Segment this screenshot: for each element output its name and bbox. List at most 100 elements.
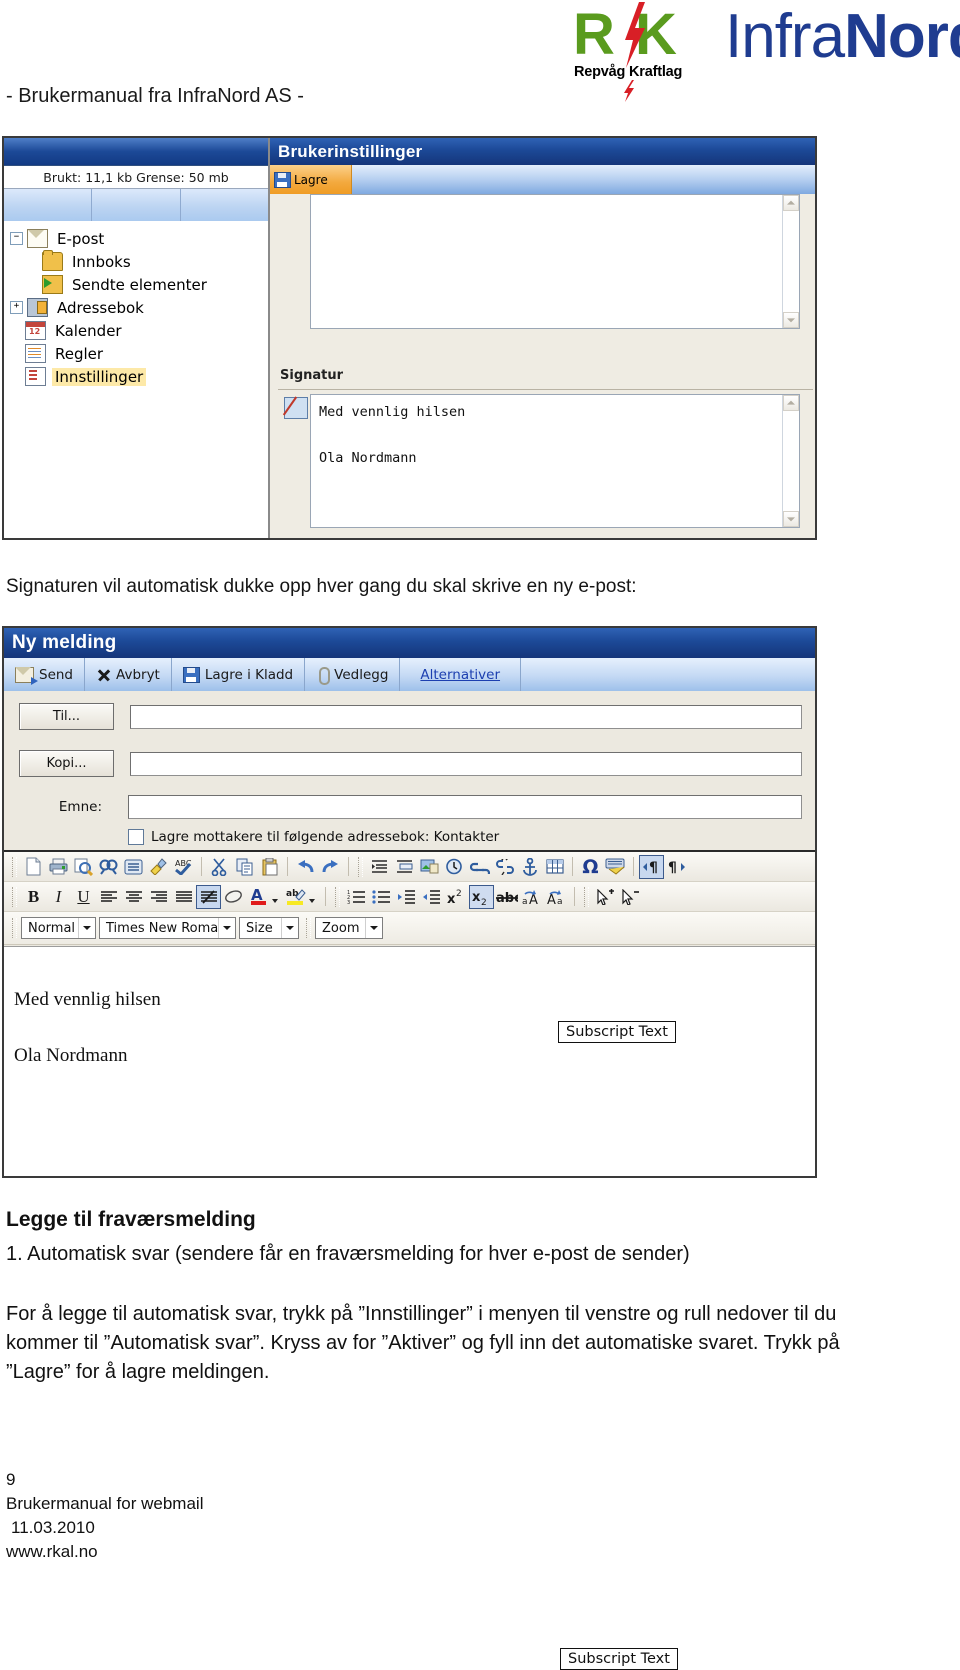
undo-icon[interactable] [293, 855, 318, 879]
save-draft-button[interactable]: Lagre i Kladd [172, 658, 306, 691]
clean-brush-icon[interactable] [146, 855, 171, 879]
indent-increase-icon[interactable] [394, 885, 419, 909]
zoom-dropdown[interactable]: Zoom [315, 917, 383, 939]
insert-link-icon[interactable] [467, 855, 492, 879]
editor-body[interactable]: Med vennlig hilsen Ola Nordmann [4, 946, 815, 1176]
chevron-down-icon[interactable] [365, 918, 382, 938]
rtl-direction-icon[interactable]: ¶ [664, 855, 689, 879]
cut-icon[interactable] [207, 855, 232, 879]
tree-item-kalender[interactable]: Kalender [10, 319, 268, 342]
remove-link-icon[interactable] [492, 855, 517, 879]
bold-icon[interactable]: B [21, 885, 46, 909]
tree-item-innstillinger[interactable]: Innstillinger [10, 365, 268, 388]
tree-item-innboks[interactable]: Innboks [10, 250, 268, 273]
tree-line-spacer [27, 279, 38, 290]
highlight-color-icon[interactable]: ab [283, 885, 315, 909]
insert-page-break-icon[interactable] [392, 855, 417, 879]
insert-table-icon[interactable] [542, 855, 567, 879]
tree-item-adressebok[interactable]: + Adressebok [10, 296, 268, 319]
toolbar-grip[interactable] [306, 918, 311, 938]
indent-paragraph-icon[interactable] [367, 855, 392, 879]
upper-textarea-scrollbar[interactable] [782, 195, 799, 328]
italic-icon[interactable]: I [46, 885, 71, 909]
tree-line-spacer [10, 371, 21, 382]
cc-input[interactable] [130, 751, 802, 776]
lowercase-icon[interactable]: Aa [544, 885, 569, 909]
toolbar-grip[interactable] [584, 886, 589, 907]
attachment-button[interactable]: Vedlegg [305, 658, 401, 691]
eraser-icon[interactable] [221, 885, 246, 909]
merge-icon[interactable] [121, 855, 146, 879]
justify-icon[interactable] [171, 885, 196, 909]
strikethrough-icon[interactable]: abc [494, 885, 519, 909]
save-button[interactable]: Lagre [270, 165, 352, 194]
sidebar-toolbar-cell-3[interactable] [181, 189, 268, 222]
insert-time-icon[interactable] [442, 855, 467, 879]
redo-icon[interactable] [318, 855, 343, 879]
subscript-icon[interactable]: x2 [469, 884, 494, 909]
subject-input[interactable] [128, 795, 802, 819]
special-character-icon[interactable]: Ω [578, 855, 603, 879]
to-input[interactable] [130, 704, 802, 729]
folder-tree: − E-post Innboks Sendte elementer + Adre… [4, 221, 268, 538]
anchor-icon[interactable] [517, 855, 542, 879]
cancel-button[interactable]: Avbryt [85, 658, 172, 691]
remove-format-icon[interactable] [196, 884, 221, 909]
toolbar-grip[interactable] [12, 886, 17, 907]
copy-icon[interactable] [232, 855, 257, 879]
indent-decrease-icon[interactable] [419, 885, 444, 909]
chevron-down-icon[interactable] [218, 918, 235, 938]
expander-minus-icon[interactable]: − [10, 232, 23, 245]
sidebar-toolbar-cell-2[interactable] [92, 189, 181, 222]
tree-item-sendte-elementer[interactable]: Sendte elementer [10, 273, 268, 296]
keyboard-icon[interactable] [603, 855, 628, 879]
toolbar-grip[interactable] [12, 856, 17, 877]
superscript-icon[interactable]: x2 [444, 885, 469, 909]
align-left-icon[interactable] [96, 885, 121, 909]
toolbar-grip[interactable] [12, 918, 17, 938]
select-add-icon[interactable] [593, 885, 618, 909]
bullet-list-icon[interactable] [369, 885, 394, 909]
chevron-down-icon[interactable] [78, 918, 95, 938]
document-page: R K Repvåg Kraftlag InfraNord - Brukerma… [0, 0, 960, 1670]
size-dropdown[interactable]: Size [239, 917, 299, 939]
print-icon[interactable] [46, 855, 71, 879]
align-right-icon[interactable] [146, 885, 171, 909]
find-icon[interactable] [96, 855, 121, 879]
select-remove-icon[interactable] [618, 885, 643, 909]
style-dropdown[interactable]: Normal [21, 917, 96, 939]
toolbar-grip[interactable] [335, 886, 340, 907]
signature-textarea-scrollbar[interactable] [782, 395, 799, 527]
print-preview-icon[interactable] [71, 855, 96, 879]
paste-icon[interactable] [257, 855, 282, 879]
sidebar-toolbar-cell-1[interactable] [4, 189, 93, 222]
cc-button[interactable]: Kopi... [19, 750, 114, 777]
signature-textarea[interactable]: Med vennlig hilsen Ola Nordmann [310, 394, 800, 528]
send-button[interactable]: Send [4, 658, 86, 691]
scroll-up-button[interactable] [783, 395, 799, 411]
numbered-list-icon[interactable]: 123 [344, 885, 369, 909]
to-button[interactable]: Til... [19, 703, 114, 730]
save-recipients-checkbox[interactable] [128, 829, 144, 845]
options-button[interactable]: Alternativer [400, 658, 522, 691]
save-recipients-row[interactable]: Lagre mottakere til følgende adressebok:… [128, 829, 499, 845]
toolbar-grip[interactable] [358, 856, 363, 877]
ltr-direction-icon[interactable]: ¶ [639, 854, 664, 879]
spellcheck-icon[interactable]: ABC [171, 855, 196, 879]
underline-icon[interactable]: U [71, 885, 96, 909]
scroll-down-button[interactable] [783, 312, 799, 328]
tree-item-e-post[interactable]: − E-post [10, 227, 268, 250]
insert-image-icon[interactable] [417, 855, 442, 879]
align-center-icon[interactable] [121, 885, 146, 909]
tree-item-regler[interactable]: Regler [10, 342, 268, 365]
settings-upper-textarea[interactable] [310, 194, 800, 329]
scroll-down-button[interactable] [783, 511, 799, 527]
new-document-icon[interactable] [21, 855, 46, 879]
uppercase-icon[interactable]: aA [519, 885, 544, 909]
scroll-up-button[interactable] [783, 195, 799, 211]
svg-text:x: x [447, 892, 456, 905]
font-color-icon[interactable]: A [246, 885, 278, 909]
expander-plus-icon[interactable]: + [10, 301, 23, 314]
font-dropdown[interactable]: Times New Roman [99, 917, 236, 939]
chevron-down-icon[interactable] [281, 918, 298, 938]
